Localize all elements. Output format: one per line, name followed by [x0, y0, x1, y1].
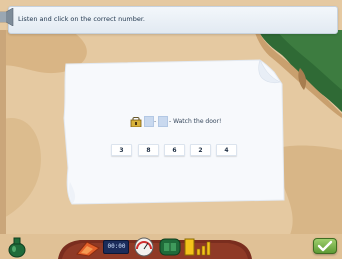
- number-button-3[interactable]: 6: [164, 144, 185, 156]
- number-button-5[interactable]: 4: [216, 144, 237, 156]
- instruction-text: Listen and click on the correct number.: [18, 15, 145, 23]
- check-button[interactable]: [313, 238, 337, 254]
- book-icon[interactable]: [159, 237, 181, 257]
- speaker-icon[interactable]: [0, 8, 16, 26]
- clock-text: 00:00: [107, 243, 126, 250]
- puzzle-hint: - Watch the door!: [169, 118, 222, 125]
- number-button-2[interactable]: 8: [138, 144, 159, 156]
- check-icon: [317, 240, 333, 252]
- gauge-icon[interactable]: [134, 237, 154, 257]
- number-button-1[interactable]: 3: [111, 144, 132, 156]
- lock-icon: [130, 117, 142, 127]
- chart-icon[interactable]: [184, 237, 214, 257]
- code-separator: -: [154, 118, 157, 125]
- code-slot-1: [144, 116, 154, 127]
- instruction-bar: Listen and click on the correct number.: [8, 6, 338, 34]
- game-scene: Listen and click on the correct number. …: [0, 0, 342, 259]
- code-slot-2: [158, 116, 168, 127]
- clock-display: 00:00: [103, 240, 129, 254]
- paintbrush-icon[interactable]: [75, 240, 101, 258]
- number-button-4[interactable]: 2: [190, 144, 211, 156]
- potion-icon[interactable]: [6, 236, 28, 258]
- paper-card: [63, 59, 285, 205]
